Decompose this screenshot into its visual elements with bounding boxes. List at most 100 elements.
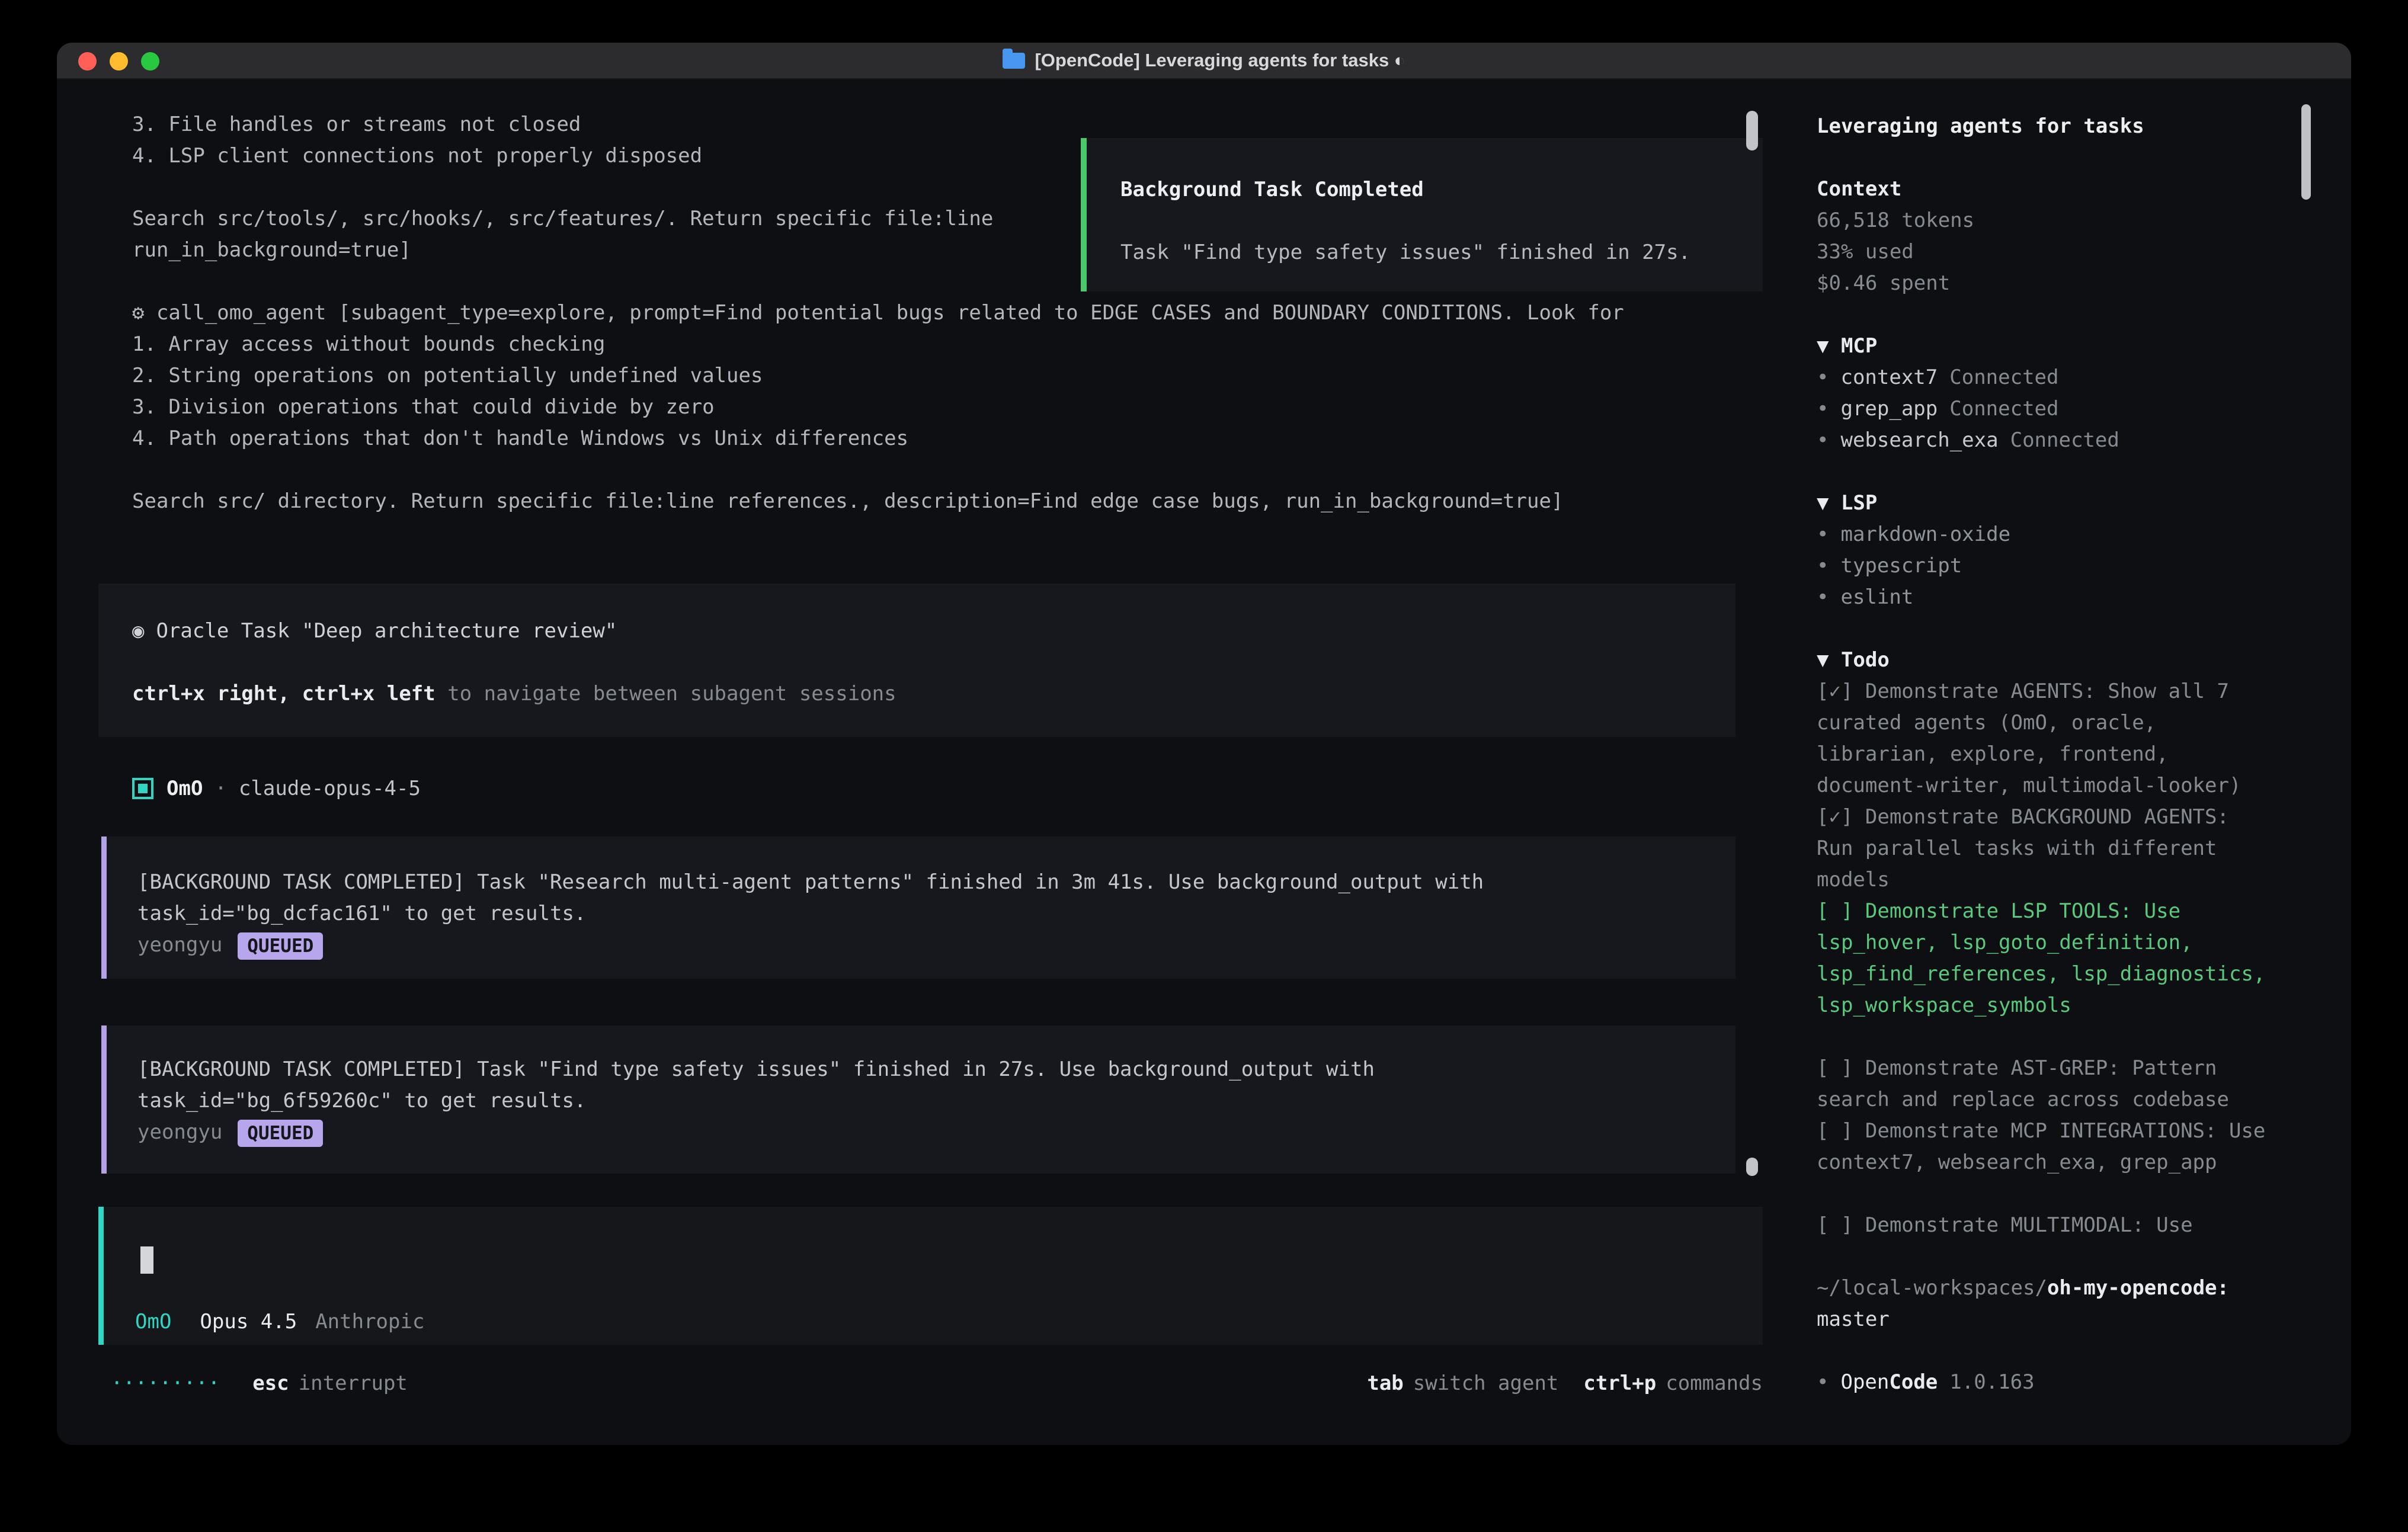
prompt-input[interactable]: OmO Opus 4.5 Anthropic: [98, 1207, 1763, 1345]
mcp-item: • grep_app Connected: [1817, 393, 2267, 425]
tool-call-line: ⚙ call_omo_agent [subagent_type=explore,…: [132, 297, 1763, 329]
lsp-section-heading[interactable]: ▼ LSP: [1817, 488, 2267, 519]
input-model-name: Opus 4.5: [200, 1310, 297, 1334]
toast-body: Task "Find type safety issues" finished …: [1120, 237, 1739, 268]
ctrlp-key-label: commands: [1666, 1371, 1763, 1395]
context-heading: Context: [1817, 174, 2267, 205]
toast-spacer: [1120, 206, 1739, 237]
todo-item: [ ] Demonstrate AST-GREP: Pattern search…: [1817, 1053, 2267, 1116]
message-author: yeongyu: [137, 1120, 222, 1144]
todo-item-active: [ ] Demonstrate LSP TOOLS: Use lsp_hover…: [1817, 896, 2267, 1021]
mcp-name: websearch_exa: [1840, 428, 1998, 452]
background-task-toast: Background Task Completed Task "Find typ…: [1081, 138, 1763, 291]
agent-icon: [132, 778, 153, 799]
agent-name: OmO: [166, 777, 203, 800]
zoom-button[interactable]: [141, 52, 159, 70]
mcp-status: Connected: [1949, 397, 2058, 421]
bullet-icon: •: [1817, 585, 1829, 609]
workspace-path-prefix: ~/local-workspaces/: [1817, 1276, 2047, 1300]
scrollback-line: Search src/ directory. Return specific f…: [132, 486, 1763, 517]
main-scrollbar-thumb[interactable]: [1746, 1158, 1758, 1176]
agent-icon-core: [138, 784, 148, 793]
oracle-title: Oracle Task "Deep architecture review": [156, 619, 617, 643]
mcp-name: grep_app: [1840, 397, 1938, 421]
sidebar: Leveraging agents for tasks Context 66,5…: [1794, 79, 2351, 1445]
context-spent: $0.46 spent: [1817, 268, 2267, 299]
message-meta: yeongyu QUEUED: [137, 930, 1735, 961]
agent-header: OmO·claude-opus-4-5: [132, 773, 421, 804]
queued-badge: QUEUED: [238, 932, 323, 960]
folder-icon: [1003, 53, 1025, 69]
close-button[interactable]: [78, 52, 97, 70]
scrollback-line: 3. File handles or streams not closed: [132, 109, 1763, 140]
sidebar-spacer: [1817, 1335, 2267, 1367]
opencode-name: Open: [1840, 1370, 1889, 1394]
scrollback-line: [132, 454, 1763, 486]
mcp-status: Connected: [1949, 366, 2058, 389]
sidebar-spacer: [1817, 456, 2267, 488]
spinner-icon: ·········: [111, 1371, 220, 1395]
todo-item: [ ] Demonstrate MCP INTEGRATIONS: Use co…: [1817, 1116, 2267, 1178]
todo-item: [✓] Demonstrate AGENTS: Show all 7 curat…: [1817, 676, 2267, 802]
queued-badge: QUEUED: [238, 1120, 323, 1147]
lsp-item: •eslint: [1817, 582, 2267, 613]
input-spacer: [135, 1275, 1739, 1306]
mcp-section-heading[interactable]: ▼ MCP: [1817, 331, 2267, 362]
statusbar-left: ········· esc interrupt: [111, 1368, 408, 1399]
bullet-icon: •: [1817, 428, 1829, 452]
message-meta: yeongyu QUEUED: [137, 1117, 1735, 1148]
window-title: [OpenCode] Leveraging agents for tasks ◐: [1003, 50, 1405, 71]
ctrlp-key-hint: ctrl+p: [1583, 1371, 1656, 1395]
input-provider-name: Anthropic: [315, 1310, 424, 1334]
oracle-title-line: ◉Oracle Task "Deep architecture review": [132, 616, 1712, 647]
mcp-item: • websearch_exa Connected: [1817, 425, 2267, 456]
message-author: yeongyu: [137, 933, 222, 957]
scrollback-line: 2. String operations on potentially unde…: [132, 360, 1763, 392]
tab-key-hint: tab: [1367, 1371, 1403, 1395]
toast-title: Background Task Completed: [1120, 174, 1739, 206]
message-text: task_id="bg_dcfac161" to get results.: [137, 898, 1735, 930]
input-agent-name: OmO: [135, 1310, 171, 1334]
message-text: [BACKGROUND TASK COMPLETED] Task "Find t…: [137, 1054, 1735, 1085]
oracle-task-card[interactable]: ◉Oracle Task "Deep architecture review" …: [98, 584, 1735, 737]
oracle-hint-keys: ctrl+x right, ctrl+x left: [132, 682, 436, 706]
esc-key-hint: esc: [252, 1371, 289, 1395]
statusbar: ·········escinterrupt tabswitch agentctr…: [111, 1368, 1763, 1399]
lsp-item: •typescript: [1817, 550, 2267, 582]
model-info-line: OmO Opus 4.5 Anthropic: [135, 1306, 1739, 1338]
sidebar-spacer: [1817, 299, 2267, 331]
sidebar-spacer: [1817, 1241, 2267, 1273]
scrollback-line: 4. Path operations that don't handle Win…: [132, 423, 1763, 454]
message-text: [BACKGROUND TASK COMPLETED] Task "Resear…: [137, 867, 1735, 898]
lsp-name: markdown-oxide: [1840, 523, 2010, 546]
app-window: [OpenCode] Leveraging agents for tasks ◐…: [57, 43, 2351, 1445]
message-card: [BACKGROUND TASK COMPLETED] Task "Find t…: [101, 1025, 1735, 1174]
bullet-icon: •: [1817, 366, 1829, 389]
sidebar-spacer: [1817, 142, 2267, 174]
agent-model: claude-opus-4-5: [239, 777, 421, 800]
bullet-icon: •: [1817, 397, 1829, 421]
todo-item: [ ] Demonstrate MULTIMODAL: Use: [1817, 1210, 2267, 1241]
scrollback-line: 3. Division operations that could divide…: [132, 392, 1763, 423]
sidebar-spacer: [1817, 613, 2267, 645]
session-title: Leveraging agents for tasks: [1817, 111, 2267, 142]
main-scrollbar-thumb[interactable]: [1746, 111, 1758, 150]
minimize-button[interactable]: [110, 52, 128, 70]
opencode-version: •OpenCode1.0.163: [1817, 1367, 2267, 1398]
opencode-name-bold: Code: [1889, 1370, 1938, 1394]
input-line: [135, 1243, 1739, 1275]
opencode-version-number: 1.0.163: [1949, 1370, 2034, 1394]
mcp-status: Connected: [2010, 428, 2119, 452]
oracle-hint-line: ctrl+x right, ctrl+x left to navigate be…: [132, 678, 1712, 710]
context-used: 33% used: [1817, 236, 2267, 268]
lsp-name: typescript: [1840, 554, 1962, 578]
scrollback-line: 1. Array access without bounds checking: [132, 329, 1763, 360]
bullet-icon: •: [1817, 523, 1829, 546]
workspace-repo: oh-my-opencode:: [2047, 1276, 2229, 1300]
window-title-text: [OpenCode] Leveraging agents for tasks ◐: [1035, 50, 1405, 71]
todo-section-heading[interactable]: ▼ Todo: [1817, 645, 2267, 676]
workspace-path: ~/local-workspaces/oh-my-opencode:: [1817, 1273, 2267, 1304]
lsp-item: • markdown-oxide: [1817, 519, 2267, 550]
sidebar-spacer: [1817, 1178, 2267, 1210]
esc-key-label: interrupt: [299, 1371, 408, 1395]
